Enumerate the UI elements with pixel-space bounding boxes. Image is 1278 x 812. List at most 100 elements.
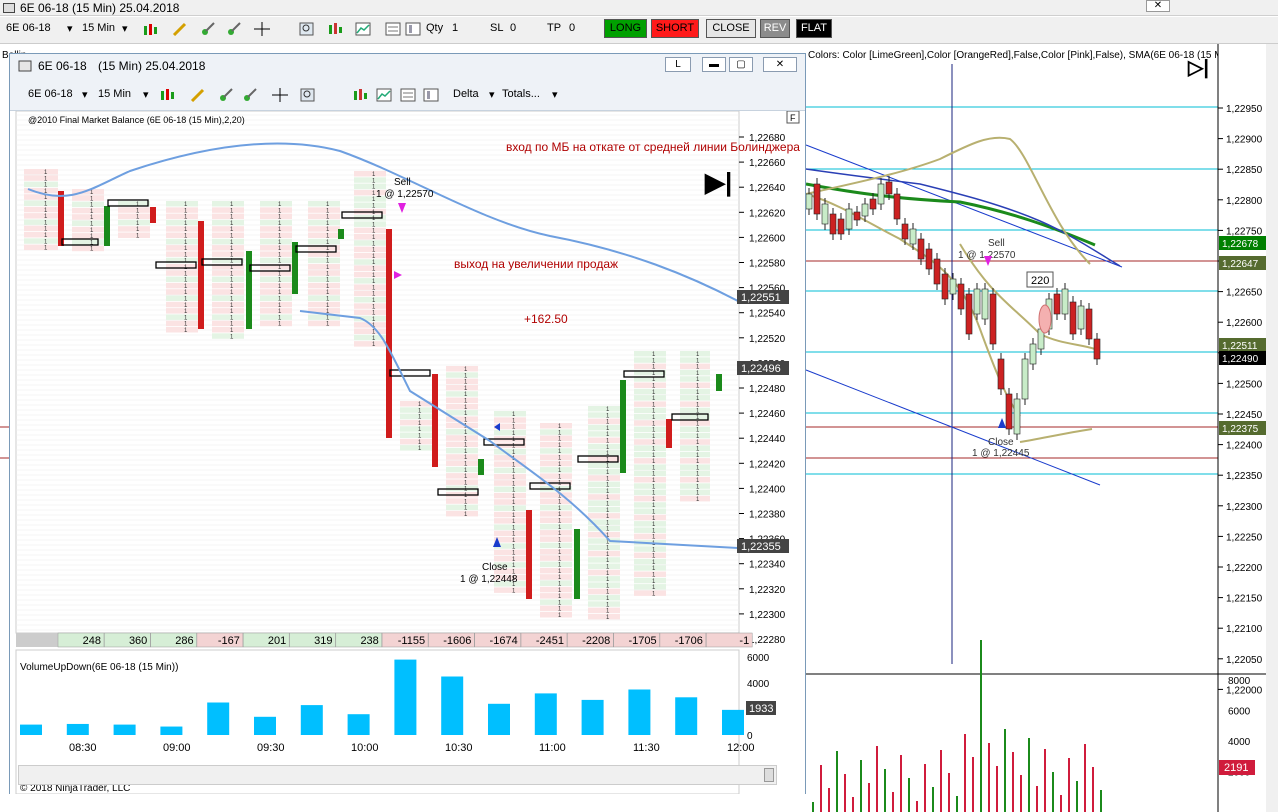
candle[interactable] xyxy=(1029,343,1037,365)
footprint-bar[interactable] xyxy=(246,251,252,329)
maximize-button[interactable]: ▢ xyxy=(729,57,753,72)
end-of-data-icon[interactable]: ▶| xyxy=(704,167,732,197)
flat-button[interactable]: FLAT xyxy=(796,19,832,38)
chevron-down-icon[interactable]: ▾ xyxy=(122,22,128,35)
candle[interactable] xyxy=(909,228,917,245)
end-of-data-icon[interactable]: ▷| xyxy=(1187,57,1209,79)
crosshair-icon[interactable] xyxy=(272,88,288,102)
candle[interactable] xyxy=(997,358,1005,390)
footprint-bar[interactable] xyxy=(198,221,204,329)
chevron-down-icon[interactable]: ▾ xyxy=(143,88,149,101)
candle[interactable] xyxy=(821,203,829,225)
footprint-bar[interactable] xyxy=(574,529,580,599)
zoom-icon[interactable] xyxy=(299,22,315,36)
interval-selector[interactable]: 15 Min xyxy=(98,88,131,100)
long-button[interactable]: LONG xyxy=(604,19,647,38)
chevron-down-icon[interactable]: ▾ xyxy=(552,88,558,101)
candle[interactable] xyxy=(925,248,933,270)
qty-input[interactable]: 1 xyxy=(452,22,458,34)
tp-input[interactable]: 0 xyxy=(569,22,575,34)
bar-type-icon[interactable] xyxy=(143,23,159,37)
candle[interactable] xyxy=(893,193,901,220)
candle[interactable] xyxy=(901,223,909,240)
pencil-icon[interactable] xyxy=(172,22,188,36)
footprint-bar[interactable] xyxy=(150,207,156,223)
candle[interactable] xyxy=(805,193,813,210)
candle[interactable] xyxy=(1093,338,1101,360)
close-window-button[interactable]: ✕ xyxy=(1146,0,1170,12)
minimize-button[interactable]: ▬ xyxy=(702,57,726,72)
candle[interactable] xyxy=(813,183,821,215)
totals-selector[interactable]: Totals... xyxy=(502,88,540,100)
back-vertical-scrollbar[interactable] xyxy=(1266,44,1278,812)
candle[interactable] xyxy=(989,293,997,345)
candle[interactable] xyxy=(1053,293,1061,315)
footprint-window[interactable]: 6E 06-18 (15 Min) 25.04.2018 L ▬ ▢ ✕ 6E … xyxy=(9,53,806,794)
close-position-button[interactable]: CLOSE xyxy=(706,19,756,38)
footprint-bar[interactable] xyxy=(386,229,392,438)
candle[interactable] xyxy=(885,181,893,195)
horizontal-scrollbar[interactable] xyxy=(18,765,777,785)
candle[interactable] xyxy=(949,278,957,295)
candle[interactable] xyxy=(1085,308,1093,340)
strategy-icon[interactable] xyxy=(423,88,439,102)
pencil-icon[interactable] xyxy=(190,88,206,102)
data-box-icon[interactable] xyxy=(385,22,401,36)
chart-properties-icon[interactable] xyxy=(355,22,371,36)
footprint-bar[interactable] xyxy=(716,374,722,391)
candle[interactable] xyxy=(1013,398,1021,435)
footprint-bar[interactable] xyxy=(666,419,672,448)
add-indicator-icon[interactable] xyxy=(226,22,242,36)
chart-properties-icon[interactable] xyxy=(376,88,392,102)
candle[interactable] xyxy=(869,198,877,210)
chart-style-icon[interactable] xyxy=(352,88,368,102)
footprint-bar[interactable] xyxy=(292,242,298,294)
time-axis[interactable]: 08:30 09:00 09:30 10:00 10:30 11:00 11:30 12:00 xyxy=(18,739,755,759)
link-button[interactable]: L xyxy=(665,57,691,72)
footprint-bar[interactable] xyxy=(526,510,532,599)
chevron-down-icon[interactable]: ▾ xyxy=(82,88,88,101)
footprint-bar[interactable] xyxy=(478,459,484,475)
instrument-selector[interactable]: 6E 06-18 xyxy=(6,22,51,34)
bar-type-icon[interactable] xyxy=(160,88,176,102)
instrument-selector[interactable]: 6E 06-18 xyxy=(28,88,73,100)
data-box-icon[interactable] xyxy=(400,88,416,102)
footprint-bar[interactable] xyxy=(620,380,626,473)
candle[interactable] xyxy=(829,213,837,235)
chevron-down-icon[interactable]: ▾ xyxy=(67,22,73,35)
candle[interactable] xyxy=(981,288,989,320)
candle[interactable] xyxy=(933,258,941,285)
short-button[interactable]: SHORT xyxy=(651,19,699,38)
window-close-button[interactable]: ✕ xyxy=(763,57,797,72)
sl-input[interactable]: 0 xyxy=(510,22,516,34)
candle[interactable] xyxy=(861,203,869,217)
drawing-tool-icon[interactable] xyxy=(200,22,216,36)
footprint-bar[interactable] xyxy=(104,206,110,246)
candle[interactable] xyxy=(957,283,965,310)
footprint-bar[interactable] xyxy=(338,229,344,239)
candle[interactable] xyxy=(877,183,885,205)
candle[interactable] xyxy=(1021,358,1029,400)
candle[interactable] xyxy=(845,208,853,230)
interval-selector[interactable]: 15 Min xyxy=(82,22,115,34)
scrollbar-thumb[interactable] xyxy=(764,768,774,782)
strategy-icon[interactable] xyxy=(405,22,421,36)
add-indicator-icon[interactable] xyxy=(242,88,258,102)
crosshair-icon[interactable] xyxy=(254,22,270,36)
candle[interactable] xyxy=(941,273,949,300)
study-selector[interactable]: Delta xyxy=(453,88,479,100)
drawing-tool-icon[interactable] xyxy=(218,88,234,102)
chevron-down-icon[interactable]: ▾ xyxy=(489,88,495,101)
candle[interactable] xyxy=(837,218,845,235)
candle[interactable] xyxy=(1069,301,1077,335)
candle[interactable] xyxy=(973,288,981,315)
footprint-bar[interactable] xyxy=(432,374,438,467)
candle[interactable] xyxy=(853,211,861,221)
footprint-chart[interactable]: @2010 Final Market Balance (6E 06-18 (15… xyxy=(10,111,805,794)
candle[interactable] xyxy=(917,238,925,260)
chart-style-icon[interactable] xyxy=(327,22,343,36)
reverse-button[interactable]: REV xyxy=(760,19,790,38)
candle[interactable] xyxy=(1077,305,1085,330)
candle[interactable] xyxy=(965,293,973,335)
candle[interactable] xyxy=(1005,393,1013,430)
